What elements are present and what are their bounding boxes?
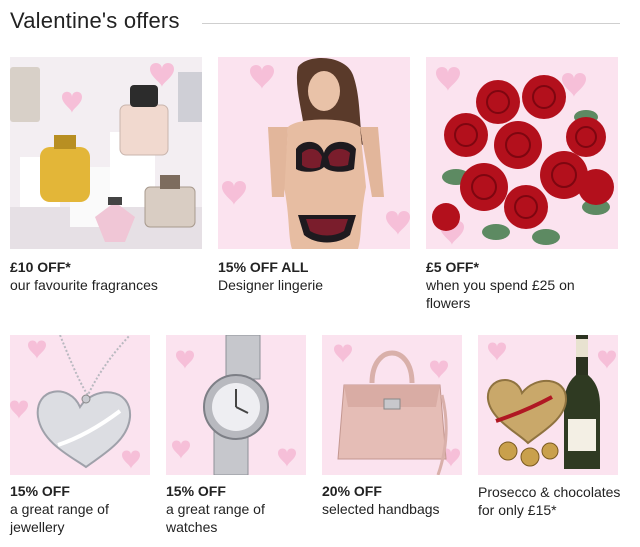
offer-description[interactable]: Designer lingerie [218,276,410,294]
offer-card-fragrances[interactable]: £10 OFF* our favourite fragrances [10,57,202,307]
offer-description[interactable]: a great range of jewellery [10,500,160,536]
necklace-image[interactable] [10,335,150,475]
offer-description[interactable]: when you spend £25 on flowers [426,276,618,312]
offer-card-handbags[interactable]: 20% OFF selected handbags [322,335,472,540]
offer-headline[interactable]: 15% OFF ALL [218,259,309,275]
fragrance-image[interactable] [10,57,202,249]
section-header: Valentine's offers [10,6,620,36]
offer-headline[interactable]: 20% OFF [322,483,382,499]
offer-card-jewellery[interactable]: 15% OFF a great range of jewellery [10,335,160,540]
offer-description[interactable]: our favourite fragrances [10,276,202,294]
offer-headline[interactable]: £5 OFF* [426,259,479,275]
offer-description[interactable]: Prosecco & chocolates for only £15* [478,483,628,519]
watch-image[interactable] [166,335,306,475]
page-title: Valentine's offers [10,8,180,33]
prosecco-image[interactable] [478,335,618,475]
offer-card-watches[interactable]: 15% OFF a great range of watches [166,335,316,540]
roses-image[interactable] [426,57,618,249]
lingerie-image[interactable] [218,57,410,249]
offer-card-prosecco[interactable]: Prosecco & chocolates for only £15* [478,335,628,540]
offer-headline[interactable]: 15% OFF [10,483,70,499]
offer-card-lingerie[interactable]: 15% OFF ALL Designer lingerie [218,57,410,307]
offer-card-flowers[interactable]: £5 OFF* when you spend £25 on flowers [426,57,618,311]
offer-description[interactable]: a great range of watches [166,500,316,536]
handbag-image[interactable] [322,335,462,475]
header-divider [201,22,620,24]
offer-headline[interactable]: 15% OFF [166,483,226,499]
offer-description[interactable]: selected handbags [322,500,472,518]
offer-headline[interactable]: £10 OFF* [10,259,71,275]
